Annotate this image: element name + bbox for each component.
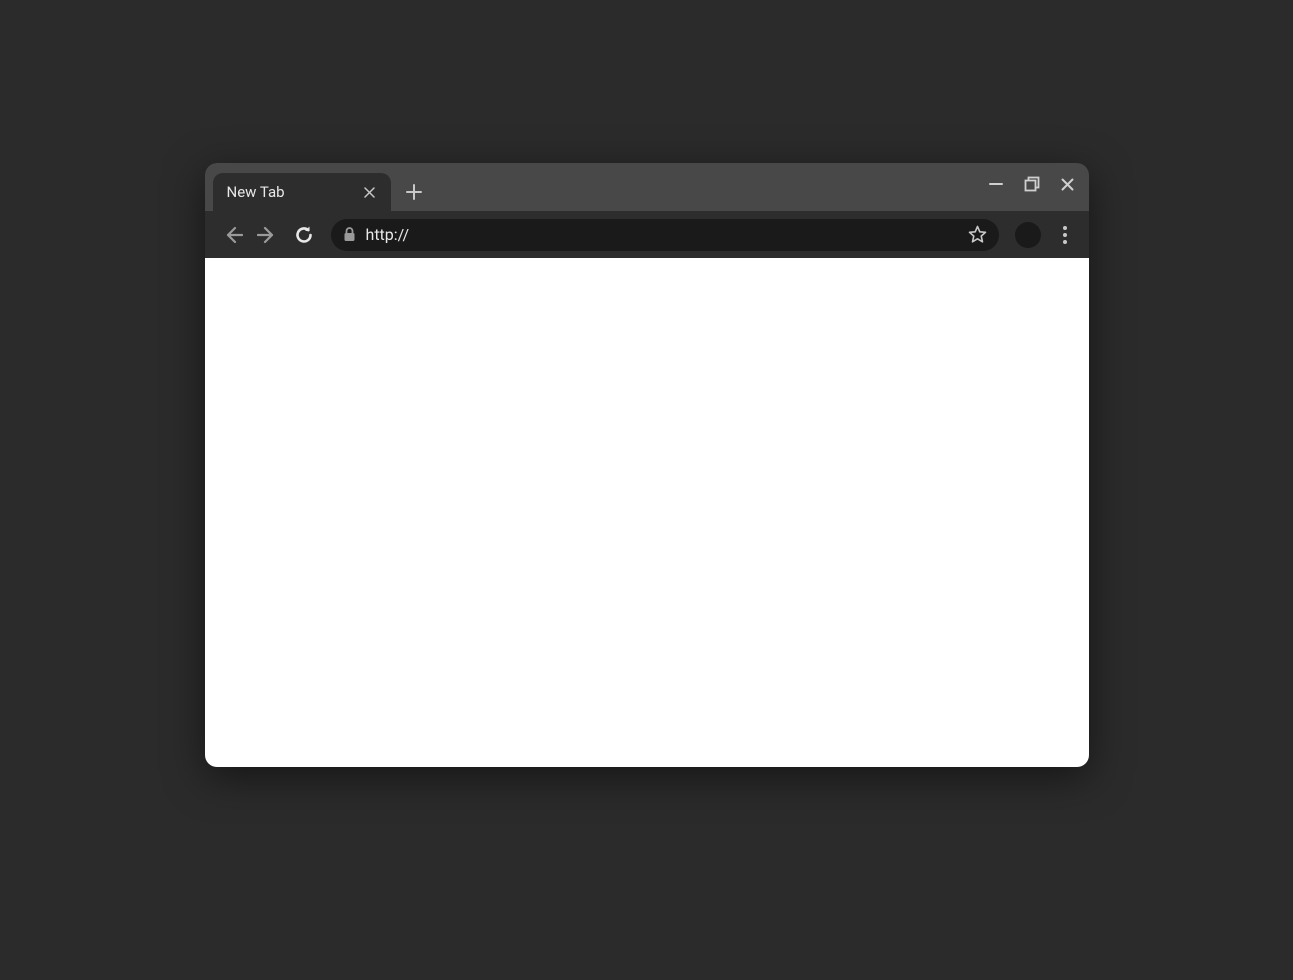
- browser-window: New Tab: [205, 163, 1089, 767]
- plus-icon: [406, 184, 422, 200]
- window-controls: [987, 175, 1077, 193]
- menu-button[interactable]: [1055, 222, 1075, 248]
- reload-button[interactable]: [291, 222, 317, 248]
- minimize-icon: [989, 177, 1003, 191]
- url-input[interactable]: [366, 225, 958, 244]
- close-icon: [364, 187, 375, 198]
- lock-icon: [343, 227, 356, 242]
- address-bar[interactable]: [331, 219, 999, 251]
- new-tab-button[interactable]: [399, 177, 429, 207]
- page-content: [205, 258, 1089, 767]
- reload-icon: [294, 225, 314, 245]
- star-icon: [968, 225, 987, 244]
- minimize-button[interactable]: [987, 175, 1005, 193]
- more-vertical-icon: [1063, 226, 1067, 244]
- browser-tab[interactable]: New Tab: [213, 173, 391, 211]
- close-icon: [1061, 178, 1074, 191]
- toolbar: [205, 211, 1089, 258]
- maximize-button[interactable]: [1023, 175, 1041, 193]
- site-security-button[interactable]: [343, 227, 356, 242]
- forward-button[interactable]: [255, 222, 281, 248]
- profile-button[interactable]: [1015, 222, 1041, 248]
- close-tab-button[interactable]: [361, 183, 379, 201]
- back-button[interactable]: [219, 222, 245, 248]
- arrow-left-icon: [221, 224, 243, 246]
- close-window-button[interactable]: [1059, 175, 1077, 193]
- arrow-right-icon: [257, 224, 279, 246]
- tab-strip: New Tab: [205, 163, 1089, 211]
- tab-title: New Tab: [227, 183, 285, 201]
- maximize-icon: [1024, 176, 1040, 192]
- bookmark-button[interactable]: [968, 225, 987, 244]
